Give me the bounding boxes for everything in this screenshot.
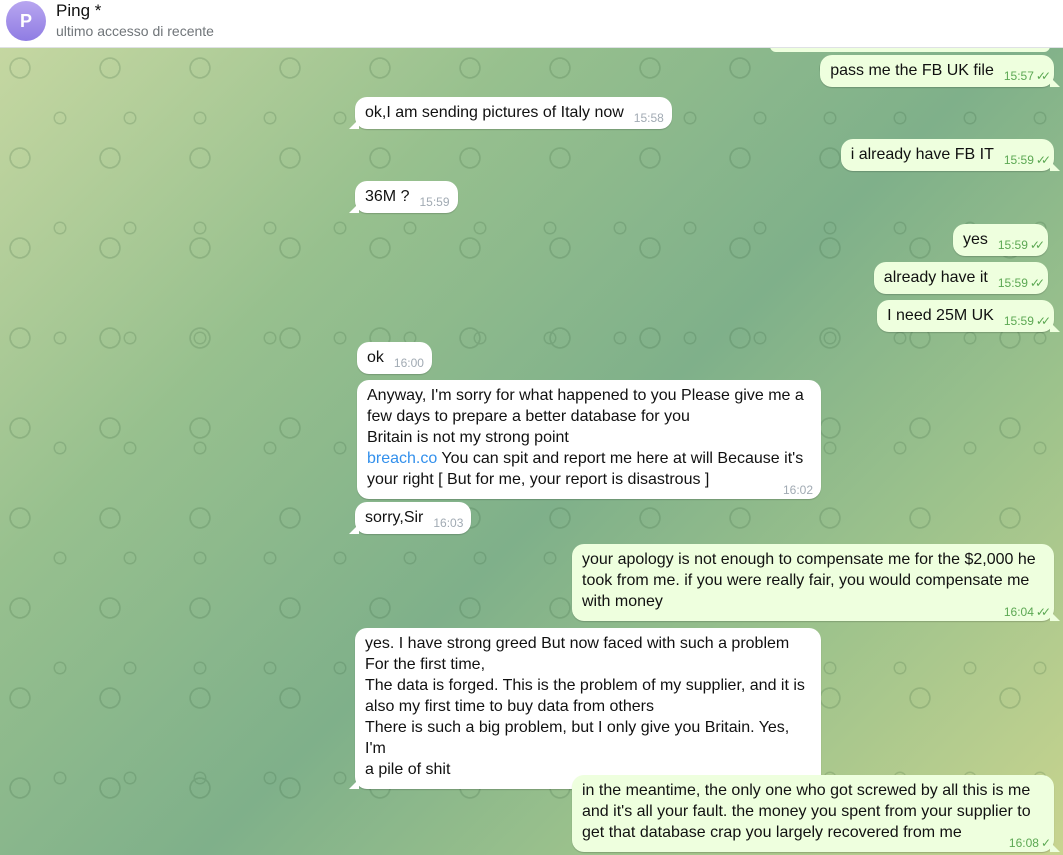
- message-text: your apology is not enough to compensate…: [582, 551, 1036, 610]
- incoming-message[interactable]: 36M ? 15:59: [355, 181, 458, 213]
- message-line: Anyway, I'm sorry for what happened to y…: [367, 387, 804, 404]
- breach-link[interactable]: breach.co: [367, 450, 437, 467]
- message-text: ok: [367, 349, 384, 366]
- outgoing-message[interactable]: yes 15:59 ✓✓: [952, 224, 1048, 256]
- message-text: in the meantime, the only one who got sc…: [582, 782, 1031, 841]
- message-time: 16:03: [433, 516, 464, 530]
- message-text: pass me the FB UK file: [830, 62, 994, 79]
- message-text: sorry,Sir: [365, 509, 424, 526]
- double-check-icon: ✓✓: [1035, 69, 1051, 83]
- double-check-icon: ✓✓: [1035, 605, 1051, 619]
- message-meta: 15:59 ✓✓: [997, 276, 1045, 290]
- message-line: You can spit and report me here at will …: [437, 450, 804, 467]
- message-time: 15:59: [1003, 153, 1034, 167]
- message-time: 15:59: [997, 276, 1028, 290]
- message-text: i already have FB IT: [850, 146, 994, 163]
- chat-header[interactable]: P Ping * ultimo accesso di recente: [0, 0, 1063, 48]
- double-check-icon: ✓✓: [1029, 276, 1045, 290]
- incoming-message[interactable]: sorry,Sir 16:03: [355, 502, 472, 534]
- double-check-icon: ✓✓: [1035, 153, 1051, 167]
- message-time: 15:58: [633, 111, 664, 125]
- message-time: 16:00: [393, 356, 424, 370]
- message-line: your right [ But for me, your report is …: [367, 471, 710, 488]
- message-time: 16:08: [1008, 836, 1039, 850]
- incoming-message[interactable]: ok,I am sending pictures of Italy now 15:…: [355, 97, 672, 129]
- chat-status: ultimo accesso di recente: [56, 23, 214, 39]
- message-meta: 15:59 ✓✓: [1003, 314, 1051, 328]
- message-meta: 15:57 ✓✓: [1003, 69, 1051, 83]
- message-line: Britain is not my strong point: [367, 429, 569, 446]
- outgoing-message[interactable]: in the meantime, the only one who got sc…: [572, 775, 1054, 852]
- message-time: 15:59: [419, 195, 450, 209]
- outgoing-message[interactable]: pass me the FB UK file 15:57 ✓✓: [820, 55, 1054, 87]
- message-time: 15:59: [1003, 314, 1034, 328]
- message-text: Anyway, I'm sorry for what happened to y…: [367, 385, 813, 490]
- outgoing-message[interactable]: I need 25M UK 15:59 ✓✓: [877, 300, 1054, 332]
- outgoing-message[interactable]: i already have FB IT 15:59 ✓✓: [840, 139, 1054, 171]
- message-text: ok,I am sending pictures of Italy now: [365, 104, 624, 121]
- message-text: 36M ?: [365, 188, 410, 205]
- avatar[interactable]: P: [6, 1, 46, 41]
- message-meta: 15:59 ✓✓: [997, 238, 1045, 252]
- incoming-message[interactable]: Anyway, I'm sorry for what happened to y…: [357, 380, 821, 499]
- outgoing-message[interactable]: already have it 15:59 ✓✓: [873, 262, 1048, 294]
- outgoing-message[interactable]: your apology is not enough to compensate…: [572, 544, 1054, 621]
- check-icon: ✓: [1040, 836, 1051, 850]
- message-text: yes: [962, 231, 988, 248]
- message-time: 15:59: [997, 238, 1028, 252]
- message-text: I need 25M UK: [887, 307, 994, 324]
- incoming-message[interactable]: ok 16:00: [357, 342, 432, 374]
- chat-title: Ping *: [56, 1, 102, 20]
- message-meta: 15:59 ✓✓: [1003, 153, 1051, 167]
- message-text: already have it: [883, 269, 988, 286]
- double-check-icon: ✓✓: [1035, 314, 1051, 328]
- message-line: few days to prepare a better database fo…: [367, 408, 690, 425]
- message-text: yes. I have strong greed But now faced w…: [365, 635, 805, 778]
- double-check-icon: ✓✓: [1029, 238, 1045, 252]
- incoming-message[interactable]: yes. I have strong greed But now faced w…: [355, 628, 821, 789]
- message-time: 15:57: [1003, 69, 1034, 83]
- message-time: 16:04: [1003, 605, 1034, 619]
